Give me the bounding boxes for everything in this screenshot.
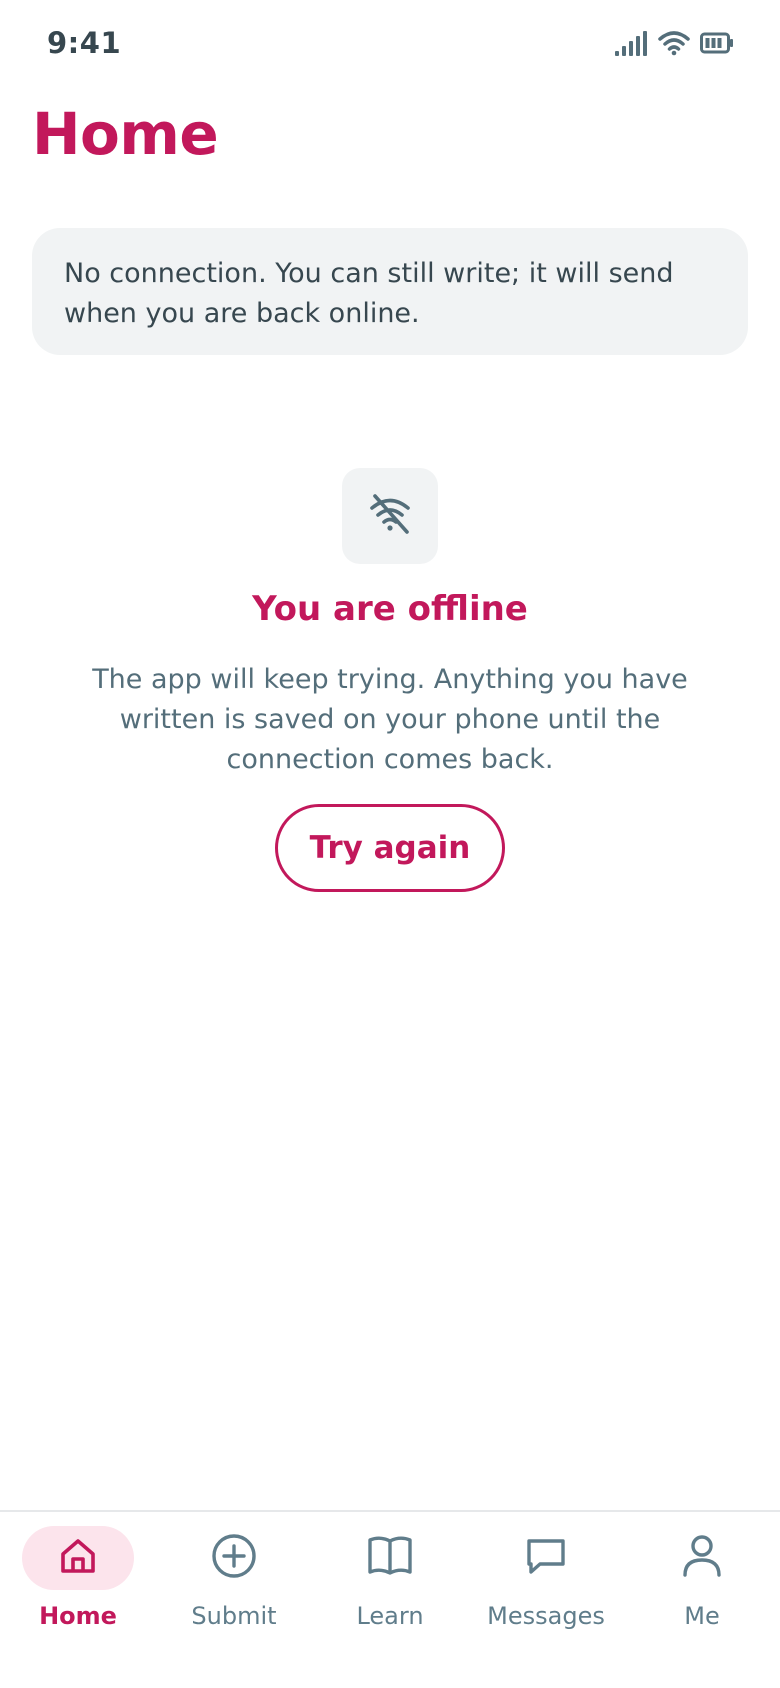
bottom-nav: Home Submit Learn Messages Me [0, 1510, 780, 1688]
offline-body: The app will keep trying. Anything you h… [92, 664, 688, 775]
wifi-icon [658, 30, 690, 56]
nav-item-home[interactable]: Home [8, 1526, 148, 1656]
offline-title: You are offline [252, 589, 528, 629]
nav-messages-icon-wrap [490, 1526, 602, 1590]
page-title: Home [32, 100, 219, 168]
wifi-off-icon [366, 490, 414, 542]
nav-label-messages: Messages [487, 1602, 605, 1630]
nav-item-messages[interactable]: Messages [476, 1526, 616, 1656]
nav-label-me: Me [684, 1602, 720, 1630]
nav-label-submit: Submit [191, 1602, 277, 1630]
nav-label-home: Home [39, 1602, 117, 1630]
nav-home-icon-wrap [22, 1526, 134, 1590]
book-icon [367, 1535, 413, 1581]
nav-label-learn: Learn [356, 1602, 424, 1630]
add-circle-icon [211, 1533, 257, 1583]
nav-item-learn[interactable]: Learn [320, 1526, 460, 1656]
connection-banner: No connection. You can still write; it w… [32, 228, 748, 355]
nav-item-submit[interactable]: Submit [164, 1526, 304, 1656]
home-icon [58, 1536, 98, 1580]
screen: 9:41 Home No connection. You can still w… [0, 0, 780, 1688]
status-bar: 9:41 [0, 0, 780, 90]
nav-item-me[interactable]: Me [632, 1526, 772, 1656]
nav-submit-icon-wrap [178, 1526, 290, 1590]
status-time: 9:41 [47, 26, 122, 60]
chat-icon [525, 1536, 567, 1580]
person-icon [681, 1534, 723, 1582]
battery-icon [700, 32, 734, 54]
signal-icon [614, 30, 648, 56]
nav-me-icon-wrap [646, 1526, 758, 1590]
offline-icon-box [342, 468, 438, 564]
status-icons [614, 30, 734, 56]
banner-text: No connection. You can still write; it w… [64, 258, 674, 329]
try-again-button[interactable]: Try again [275, 804, 505, 892]
nav-learn-icon-wrap [334, 1526, 446, 1590]
